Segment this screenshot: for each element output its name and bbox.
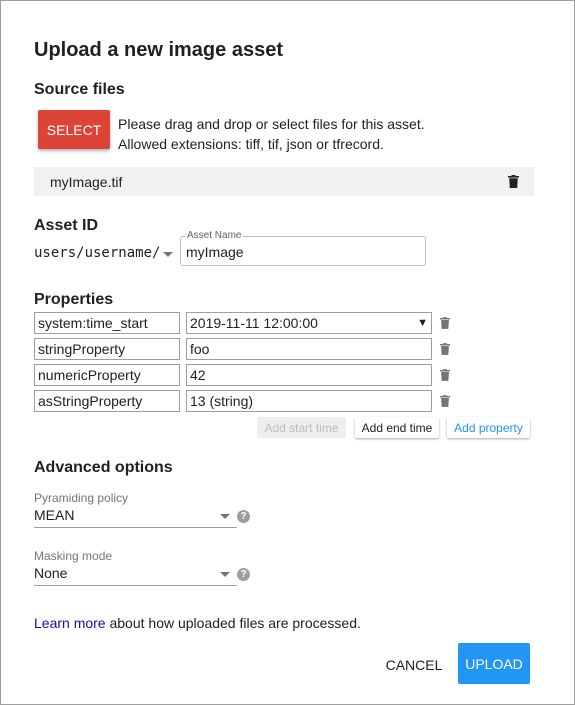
property-key-input[interactable]: asStringProperty	[34, 390, 180, 412]
pyramiding-policy-select[interactable]: MEAN	[34, 504, 237, 528]
upload-image-asset-dialog: Upload a new image asset Source files SE…	[0, 0, 575, 705]
cancel-button[interactable]: CANCEL	[379, 651, 449, 679]
delete-icon[interactable]	[440, 317, 450, 330]
property-value: 2019-11-11 12:00:00	[190, 315, 318, 331]
delete-icon[interactable]	[440, 369, 450, 382]
pyramiding-policy-label: Pyramiding policy	[34, 491, 129, 505]
dropdown-arrow-icon[interactable]: ▼	[417, 317, 428, 329]
add-start-time-button[interactable]: Add start time	[257, 417, 346, 438]
asset-name-label: Asset Name	[185, 230, 244, 241]
help-icon[interactable]: ?	[237, 568, 250, 581]
chevron-down-icon[interactable]	[163, 252, 173, 257]
add-property-button[interactable]: Add property	[447, 417, 530, 438]
asset-name-input[interactable]	[186, 244, 416, 260]
instructions-line-1: Please drag and drop or select files for…	[118, 116, 425, 132]
asset-name-field[interactable]: Asset Name	[180, 230, 426, 266]
property-key-input[interactable]: system:time_start	[34, 312, 180, 334]
selected-file-row: myImage.tif	[34, 167, 534, 196]
file-name: myImage.tif	[50, 174, 123, 190]
help-icon[interactable]: ?	[237, 510, 250, 523]
learn-more-link[interactable]: Learn more	[34, 615, 106, 631]
asset-id-heading: Asset ID	[34, 217, 99, 234]
chevron-down-icon[interactable]	[220, 572, 230, 577]
masking-mode-select[interactable]: None	[34, 562, 237, 586]
asset-path-prefix: users/username/	[34, 245, 161, 261]
property-key-input[interactable]: stringProperty	[34, 338, 180, 360]
dialog-title: Upload a new image asset	[34, 39, 283, 61]
instructions-line-2: Allowed extensions: tiff, tif, json or t…	[118, 136, 384, 152]
property-value-input[interactable]: foo	[186, 338, 432, 360]
masking-mode-value: None	[34, 565, 68, 581]
select-files-button[interactable]: SELECT	[38, 110, 110, 149]
property-value-input[interactable]: 42	[186, 364, 432, 386]
pyramiding-policy-value: MEAN	[34, 507, 75, 523]
learn-more-text: Learn more about how uploaded files are …	[34, 615, 361, 631]
property-value-input[interactable]: 13 (string)	[186, 390, 432, 412]
advanced-options-heading: Advanced options	[34, 459, 173, 476]
delete-icon[interactable]	[440, 343, 450, 356]
masking-mode-label: Masking mode	[34, 549, 113, 563]
property-value-select[interactable]: 2019-11-11 12:00:00 ▼	[186, 312, 432, 334]
upload-button[interactable]: UPLOAD	[458, 643, 530, 684]
delete-icon[interactable]	[508, 175, 519, 188]
learn-more-suffix: about how uploaded files are processed.	[105, 615, 361, 631]
add-end-time-button[interactable]: Add end time	[355, 417, 439, 438]
chevron-down-icon[interactable]	[220, 514, 230, 519]
delete-icon[interactable]	[440, 395, 450, 408]
source-files-heading: Source files	[34, 81, 125, 98]
asset-path-prefix-select[interactable]: users/username/	[34, 245, 160, 261]
drag-drop-instructions: Please drag and drop or select files for…	[118, 114, 425, 154]
property-key-input[interactable]: numericProperty	[34, 364, 180, 386]
properties-heading: Properties	[34, 291, 114, 308]
